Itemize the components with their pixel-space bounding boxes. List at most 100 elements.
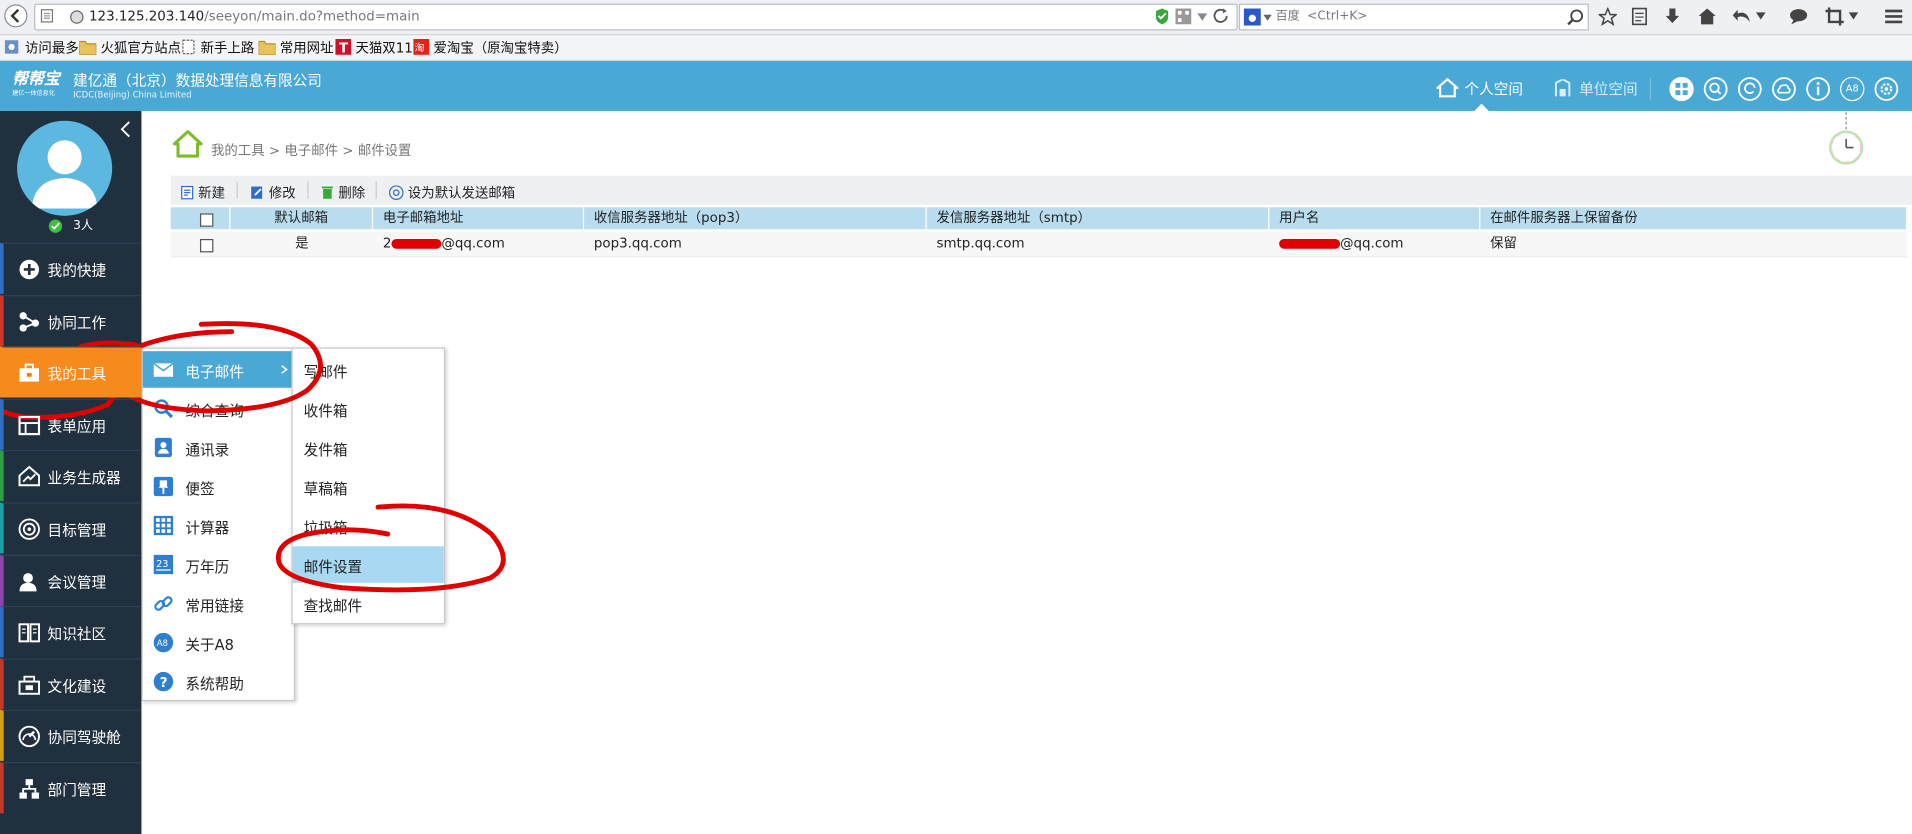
sidebar-item[interactable]: 协同工作 — [0, 294, 142, 346]
qr-icon[interactable] — [1175, 8, 1192, 25]
bookmark-item[interactable]: 新手上路 — [182, 39, 254, 57]
sidebar-item[interactable]: 会议管理 — [0, 554, 142, 606]
menu-icon[interactable] — [1884, 7, 1904, 25]
cell-backup: 保留 — [1490, 235, 1517, 252]
mail-submenu-item[interactable]: 发件箱 — [293, 429, 444, 466]
contacts-icon — [154, 437, 174, 458]
tools-menu-item-label: 综合查询 — [185, 402, 244, 420]
home-icon[interactable] — [172, 129, 204, 158]
reading-list-icon[interactable] — [1630, 7, 1648, 26]
refresh-icon[interactable] — [1737, 77, 1762, 101]
tools-menu-item[interactable]: 23 万年历 — [143, 546, 294, 583]
bookmark-item[interactable]: T 天猫双11 — [335, 39, 413, 57]
sidebar-item[interactable]: 协同驾驶舱 — [0, 710, 142, 762]
column-header[interactable]: 收信服务器地址（pop3） — [584, 207, 927, 230]
chat-icon[interactable] — [1789, 7, 1809, 25]
breadcrumb-item: 邮件设置 — [357, 142, 412, 159]
tools-menu-item[interactable]: 电子邮件 — [142, 351, 294, 388]
mail-submenu-item[interactable]: 收件箱 — [293, 390, 444, 427]
back-button[interactable] — [4, 4, 28, 28]
star-icon[interactable] — [1598, 7, 1617, 26]
cell-smtp: smtp.qq.com — [936, 235, 1025, 252]
tools-menu-item[interactable]: ? 系统帮助 — [143, 663, 294, 700]
sidebar-item[interactable]: 业务生成器 — [0, 450, 142, 502]
mail-submenu-item-label: 收件箱 — [303, 402, 348, 420]
sidebar-item-label: 业务生成器 — [47, 469, 121, 487]
toolbox-icon — [18, 362, 40, 384]
link-icon — [154, 594, 174, 614]
dropdown-arrow-icon[interactable] — [1848, 12, 1859, 20]
delete-button[interactable]: 删除 — [321, 183, 365, 203]
dropdown-arrow-icon[interactable] — [1196, 11, 1208, 23]
shield-icon — [1155, 8, 1169, 25]
mail-submenu-item[interactable]: 写邮件 — [293, 351, 444, 388]
undo-icon[interactable] — [1732, 7, 1753, 25]
mail-submenu-item[interactable]: 草稿箱 — [293, 468, 444, 505]
search-icon[interactable] — [1703, 77, 1728, 101]
mail-submenu-item[interactable]: 垃圾箱 — [293, 507, 444, 544]
sidebar-item[interactable]: 文化建设 — [0, 658, 142, 710]
chevron-right-icon — [281, 365, 288, 374]
tools-menu-item[interactable]: 便签 — [143, 468, 294, 505]
culture-icon — [18, 674, 40, 696]
breadcrumb-item[interactable]: 电子邮件 — [284, 143, 338, 159]
dropdown-arrow-icon[interactable] — [1263, 14, 1272, 21]
edit-button[interactable]: 修改 — [250, 183, 296, 203]
reload-icon[interactable] — [1213, 8, 1229, 25]
tools-menu-item[interactable]: A8 关于A8 — [143, 624, 294, 661]
avatar[interactable] — [17, 120, 113, 216]
dropdown-arrow-icon[interactable] — [1755, 12, 1766, 20]
tools-menu-item[interactable]: 综合查询 — [143, 390, 294, 427]
sidebar-item[interactable]: 我的工具 — [0, 346, 142, 398]
download-icon[interactable] — [1663, 7, 1681, 25]
company-name: 建亿通（北京）数据处理信息有限公司 — [73, 71, 322, 90]
mail-submenu-item[interactable]: 查找邮件 — [293, 585, 444, 622]
sidebar-item-label: 知识社区 — [47, 625, 107, 643]
bookmark-item[interactable]: 访问最多 — [4, 39, 79, 57]
search-bar[interactable]: 百度 <Ctrl+K> — [1238, 3, 1589, 31]
a8-icon[interactable]: A8 — [1840, 76, 1865, 102]
column-header[interactable]: 在邮件服务器上保留备份 — [1480, 207, 1908, 230]
column-header[interactable]: 用户名 — [1269, 207, 1481, 230]
tools-menu-item[interactable]: 计算器 — [143, 507, 294, 544]
svg-text:?: ? — [160, 676, 168, 691]
mail-submenu-item[interactable]: 邮件设置 — [292, 546, 444, 583]
breadcrumb-item[interactable]: 我的工具 — [211, 143, 265, 159]
logo: 帮帮宝 建亿一体信息化 — [12, 70, 60, 98]
search-icon[interactable] — [1567, 9, 1584, 26]
select-all-checkbox[interactable] — [199, 213, 214, 227]
bookmark-item[interactable]: 火狐官方站点 — [78, 39, 181, 57]
divider — [1649, 78, 1652, 100]
sidebar-item[interactable]: 我的快捷 — [0, 242, 142, 294]
set-default-button[interactable]: 设为默认发送邮箱 — [388, 183, 515, 203]
page-icon — [182, 39, 195, 55]
table-row[interactable]: 是 2 @qq.com pop3.qq.com smtp.qq.com @qq.c… — [170, 231, 1908, 258]
cell-pop3: pop3.qq.com — [593, 235, 682, 252]
info-icon[interactable] — [1806, 77, 1830, 101]
new-button[interactable]: 新建 — [180, 183, 225, 203]
sidebar-item[interactable]: 表单应用 — [0, 398, 142, 450]
cloud-icon[interactable] — [1772, 77, 1796, 101]
column-header[interactable]: 默认邮箱 — [230, 207, 374, 230]
search-placeholder: <Ctrl+K> — [1307, 9, 1368, 24]
svg-text:T: T — [339, 41, 349, 54]
column-header[interactable]: 发信服务器地址（smtp） — [927, 207, 1270, 230]
clock-icon[interactable] — [1827, 112, 1866, 168]
url-bar[interactable]: 123.125.203.140/seeyon/main.do?method=ma… — [34, 3, 1238, 31]
row-checkbox[interactable] — [199, 238, 214, 253]
target-icon — [18, 518, 40, 540]
sidebar-item[interactable]: 部门管理 — [0, 762, 142, 814]
bookmark-item[interactable]: 淘 爱淘宝（原淘宝特卖） — [413, 39, 568, 57]
home-icon[interactable] — [1697, 7, 1717, 25]
bookmark-item[interactable]: 常用网址 — [257, 39, 334, 57]
gear-icon[interactable] — [1874, 77, 1899, 101]
sidebar-item[interactable]: 目标管理 — [0, 502, 142, 554]
column-header[interactable]: 电子邮箱地址 — [373, 207, 585, 230]
tools-menu-item[interactable]: 通讯录 — [143, 429, 294, 466]
apps-grid-icon[interactable] — [1669, 76, 1694, 102]
tools-menu-item[interactable]: 常用链接 — [143, 585, 294, 622]
sidebar-item[interactable]: 知识社区 — [0, 606, 142, 658]
sidebar-item-label: 文化建设 — [47, 677, 107, 695]
collapse-chevron-icon[interactable] — [120, 121, 132, 138]
crop-icon[interactable] — [1825, 7, 1845, 26]
